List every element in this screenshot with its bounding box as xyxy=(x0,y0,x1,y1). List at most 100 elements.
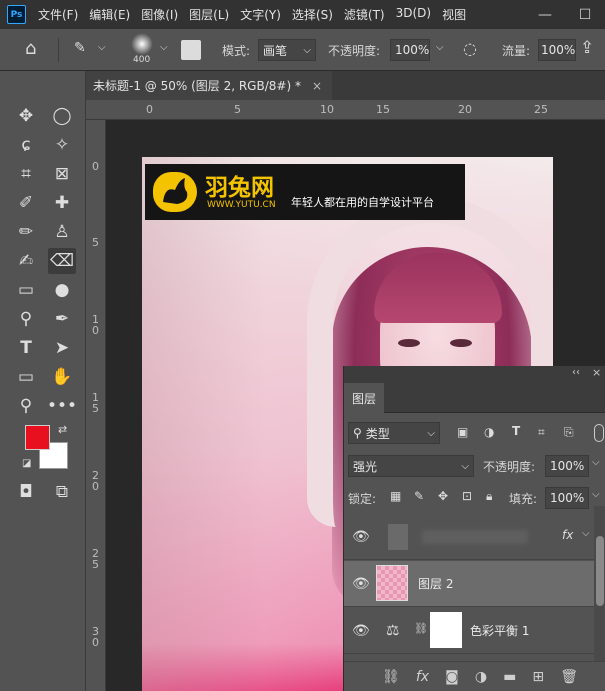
menu-view[interactable]: 视图 xyxy=(442,6,466,23)
lasso-tool-icon[interactable]: ɕ xyxy=(12,132,40,158)
minimize-icon[interactable]: — xyxy=(525,7,565,23)
stamp-tool-icon[interactable]: ♙ xyxy=(48,219,76,245)
brush-preview[interactable] xyxy=(131,33,153,55)
link-layers-icon[interactable]: ⛓ xyxy=(382,669,400,685)
menu-3d[interactable]: 3D(D) xyxy=(396,6,431,23)
rectangle-tool-icon[interactable]: ▭ xyxy=(12,364,40,390)
tab-layers-label: 图层 xyxy=(351,391,376,406)
layer-effects-icon[interactable]: fx xyxy=(562,528,573,542)
lock-all-icon[interactable]: 🔒︎ xyxy=(486,489,492,504)
chevron-down-icon[interactable]: ⌵ xyxy=(592,489,600,500)
healing-brush-tool-icon[interactable]: ✚ xyxy=(48,190,76,216)
maximize-icon[interactable]: ☐ xyxy=(565,7,605,23)
menu-file[interactable]: 文件(F) xyxy=(38,6,78,23)
filter-pixel-icon[interactable]: ▣ xyxy=(457,425,468,439)
adjustment-layer-icon[interactable]: ◑ xyxy=(475,669,487,685)
menu-layer[interactable]: 图层(L) xyxy=(189,6,229,23)
layer-row[interactable]: 👁︎ fx ⌵ xyxy=(344,514,594,560)
chevron-down-icon[interactable]: ⌵ xyxy=(582,528,590,539)
eye-icon[interactable]: 👁︎ xyxy=(352,529,370,545)
layer-row[interactable]: 👁︎ 图层 2 xyxy=(344,561,594,607)
menu-type[interactable]: 文字(Y) xyxy=(240,6,281,23)
ruler-tick-label: 10 xyxy=(320,103,334,116)
layer-opacity-input[interactable]: 100% xyxy=(545,455,589,477)
new-layer-icon[interactable]: ⊞ xyxy=(532,669,544,685)
path-selection-tool-icon[interactable]: ➤ xyxy=(48,335,76,361)
layers-scrollbar[interactable] xyxy=(594,506,605,661)
filter-type-icon[interactable]: T xyxy=(512,424,520,438)
lock-transparent-icon[interactable]: ▦ xyxy=(390,489,401,503)
filter-smart-object-icon[interactable]: ⎘ xyxy=(564,425,574,440)
foreground-color-swatch[interactable] xyxy=(25,425,50,450)
chevron-down-icon[interactable]: ⌵ xyxy=(160,42,168,53)
screen-mode-icon[interactable]: ⧉ xyxy=(48,479,76,505)
share-icon[interactable]: ⇪ xyxy=(580,38,594,58)
close-icon[interactable]: × xyxy=(592,366,601,379)
brush-tool-icon[interactable]: ✏ xyxy=(12,219,40,245)
layer-mask-thumbnail xyxy=(430,612,462,648)
watermark-banner: 羽兔网 WWW.YUTU.CN 年轻人都在用的自学设计平台 xyxy=(145,164,465,220)
pressure-opacity-icon[interactable]: ◌ xyxy=(463,39,477,58)
brush-settings-icon[interactable] xyxy=(181,40,201,60)
eraser-tool-icon[interactable]: ✎ xyxy=(74,40,86,56)
horizontal-ruler: 0 5 10 15 20 25 xyxy=(86,100,605,120)
gradient-tool-icon[interactable]: ▭ xyxy=(12,277,40,303)
blend-mode-select[interactable]: 强光 ⌵ xyxy=(348,455,474,477)
hand-tool-icon[interactable]: ✋ xyxy=(48,364,76,390)
lock-artboard-icon[interactable]: ⊡ xyxy=(462,489,472,503)
trash-icon[interactable]: 🗑︎ xyxy=(560,669,578,685)
layer-row[interactable]: 👁︎ ⚖ ⛓ 色彩平衡 1 xyxy=(344,608,594,654)
menu-edit[interactable]: 编辑(E) xyxy=(89,6,130,23)
more-tools-icon[interactable]: ••• xyxy=(47,393,77,419)
folder-icon[interactable]: ▬ xyxy=(503,669,516,685)
filter-shape-icon[interactable]: ⌗ xyxy=(538,425,545,440)
chain-link-icon[interactable]: ⛓ xyxy=(414,622,428,635)
collapse-panel-icon[interactable]: ‹‹ xyxy=(572,367,580,378)
history-brush-tool-icon[interactable]: ✍ xyxy=(12,248,40,274)
zoom-tool-icon[interactable]: ⚲ xyxy=(12,393,40,419)
home-icon[interactable]: ⌂ xyxy=(25,38,36,59)
chevron-down-icon[interactable]: ⌵ xyxy=(436,42,444,53)
move-tool-icon[interactable]: ✥ xyxy=(12,103,40,129)
layer-thumbnail xyxy=(388,524,408,550)
add-style-icon[interactable]: fx xyxy=(416,669,429,685)
default-colors-icon[interactable]: ◪ xyxy=(22,458,31,469)
add-mask-icon[interactable]: ◙ xyxy=(445,669,459,685)
chevron-down-icon[interactable]: ⌵ xyxy=(592,457,600,468)
tab-layers[interactable]: 图层 xyxy=(344,383,384,413)
mode-select[interactable]: 画笔 ⌵ xyxy=(258,39,316,61)
window-controls: — ☐ xyxy=(525,0,605,29)
dodge-tool-icon[interactable]: ⚲ xyxy=(12,306,40,332)
filter-adjustment-icon[interactable]: ◑ xyxy=(484,425,494,439)
lock-position-icon[interactable]: ✥ xyxy=(438,489,448,503)
eye-icon[interactable]: 👁︎ xyxy=(352,623,370,639)
eye-icon[interactable]: 👁︎ xyxy=(352,576,370,592)
quick-mask-icon[interactable]: ◘ xyxy=(12,479,40,505)
lock-image-icon[interactable]: ✎ xyxy=(414,489,424,503)
menu-filter[interactable]: 滤镜(T) xyxy=(344,6,385,23)
frame-tool-icon[interactable]: ⊠ xyxy=(48,161,76,187)
document-tab[interactable]: 未标题-1 @ 50% (图层 2, RGB/8#) * × xyxy=(85,71,332,100)
menu-image[interactable]: 图像(I) xyxy=(141,6,178,23)
scrollbar-thumb[interactable] xyxy=(596,536,604,606)
swap-colors-icon[interactable]: ⇄ xyxy=(58,423,67,436)
chevron-down-icon[interactable]: ⌵ xyxy=(98,42,106,53)
marquee-tool-icon[interactable]: ◯ xyxy=(48,103,76,129)
eraser-tool-icon[interactable]: ⌫ xyxy=(48,248,76,274)
magic-wand-tool-icon[interactable]: ✧ xyxy=(48,132,76,158)
layers-panel: ‹‹ × 图层 ⚲ 类型 ⌵ ▣ ◑ T ⌗ ⎘ 强光 ⌵ 不透明度: 100%… xyxy=(343,366,605,691)
type-tool-icon[interactable]: T xyxy=(12,335,40,361)
opacity-input[interactable]: 100% xyxy=(390,39,430,61)
close-icon[interactable]: × xyxy=(312,79,322,93)
flow-input[interactable]: 100% xyxy=(538,39,576,61)
filter-toggle[interactable] xyxy=(594,424,604,442)
menu-select[interactable]: 选择(S) xyxy=(292,6,333,23)
blur-tool-icon[interactable]: ● xyxy=(48,277,76,303)
crop-tool-icon[interactable]: ⌗ xyxy=(12,161,40,187)
fill-input[interactable]: 100% xyxy=(545,487,589,509)
eyedropper-tool-icon[interactable]: ✐ xyxy=(12,190,40,216)
fill-value: 100% xyxy=(550,491,585,505)
layer-filter-select[interactable]: ⚲ 类型 ⌵ xyxy=(348,422,440,444)
pen-tool-icon[interactable]: ✒ xyxy=(48,306,76,332)
brush-size-label: 400 xyxy=(133,55,151,65)
